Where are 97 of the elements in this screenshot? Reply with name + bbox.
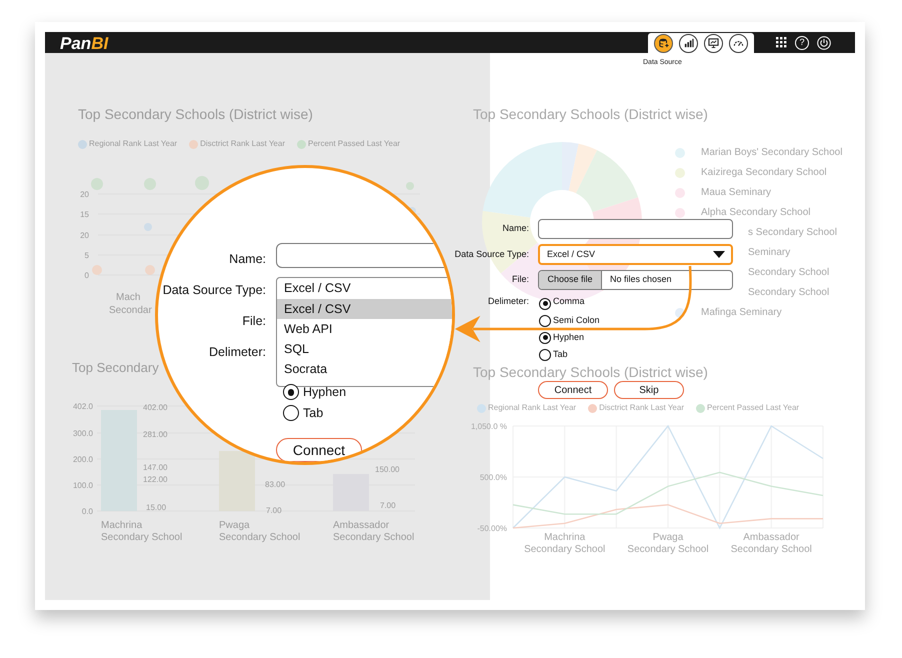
axis-tick-label: 402.0	[72, 402, 93, 411]
name-input[interactable]	[538, 219, 733, 239]
axis-tick-label: 20	[80, 190, 89, 199]
category-label: Mach	[116, 292, 140, 303]
help-button[interactable]: ?	[795, 36, 809, 50]
connect-button[interactable]: Connect	[276, 438, 362, 462]
gauge-icon	[733, 38, 744, 48]
legend-label: Secondary School	[748, 287, 830, 298]
category-label: Secondar	[109, 305, 152, 316]
legend-label: Disctrict Rank Last Year	[599, 402, 684, 414]
legend-label: Regional Rank Last Year	[89, 138, 178, 150]
value-label: 15.00	[146, 503, 166, 512]
legend-label: Kaizirega Secondary School	[701, 166, 827, 180]
legend-label: Secondary School	[748, 267, 830, 278]
axis-tick-label: 100.0	[72, 481, 93, 490]
legend-label: Percent Passed Last Year	[308, 138, 400, 150]
file-name-text: No files chosen	[609, 273, 672, 286]
axis-tick-label: 0	[84, 271, 89, 280]
power-icon[interactable]	[817, 36, 831, 50]
field-label: Name:	[501, 222, 529, 236]
monitor-chart-icon	[708, 38, 719, 48]
bubble	[195, 176, 209, 190]
category-label: Machrina Secondary School	[524, 532, 606, 555]
toolbar-tab[interactable]	[704, 34, 723, 52]
field-label: File:	[241, 313, 266, 329]
category-label: Ambassador Secondary School	[333, 520, 414, 543]
legend-label: s Secondary School	[748, 227, 837, 238]
legend-label: Regional Rank Last Year	[488, 402, 576, 414]
category-label: Machrina Secondary School	[101, 520, 182, 543]
bubble	[144, 223, 152, 231]
bar-chart-icon	[684, 38, 694, 48]
radio-label: Hyphen	[303, 384, 346, 401]
legend-label: Seminary	[748, 247, 790, 258]
axis-tick-label: 1,050.0 %	[470, 422, 507, 431]
value-label: 7.00	[380, 501, 396, 510]
field-label: File:	[510, 273, 529, 286]
radio-label: Comma	[553, 295, 585, 308]
value-label: 150.00	[375, 465, 400, 474]
form-button[interactable]: Connect	[538, 381, 608, 399]
category-label: Pwaga Secondary School	[219, 520, 300, 543]
legend-label: Mafinga Seminary	[701, 306, 782, 320]
value-label: 147.00	[143, 463, 168, 472]
field-label: Data Source Type:	[454, 248, 529, 261]
choose-file-button[interactable]: Choose file	[539, 271, 602, 289]
category-label: Pwaga Secondary School	[627, 532, 709, 555]
field-label: Name:	[228, 251, 266, 267]
legend-label: Alpha Secondary School	[701, 206, 811, 220]
chart-title: Top Secondary Schools (District wise)	[78, 106, 313, 122]
chart-title: Top Secondary Schools (District wise)	[473, 106, 708, 122]
value-label: 281.00	[143, 430, 168, 439]
select-value[interactable]: Excel / CSV	[277, 278, 452, 299]
value-label: 83.00	[265, 480, 286, 489]
field-label: Data Source Type:	[162, 282, 266, 298]
dropdown-option[interactable]: Web API	[277, 319, 452, 339]
dropdown-option[interactable]: Socrata	[277, 359, 452, 379]
toolbar-tab[interactable]	[654, 34, 673, 52]
bubble	[91, 178, 103, 190]
dropdown-option[interactable]: SQL	[277, 339, 452, 359]
axis-tick-label: 200.0	[72, 455, 93, 464]
value-label: 122.00	[143, 475, 168, 484]
axis-tick-label: 300.0	[72, 429, 93, 438]
dropdown-option[interactable]: Excel / CSV	[277, 299, 452, 319]
axis-tick-label: 0.0	[82, 507, 93, 516]
chart-title: Top Secondary Schools (District wise)	[473, 364, 708, 380]
value-label: 402.00	[143, 403, 168, 412]
legend-label: Disctrict Rank Last Year	[200, 138, 285, 150]
axis-tick-label: 5	[84, 251, 89, 260]
radio-label: Tab	[303, 405, 324, 422]
bubble	[144, 178, 156, 190]
bubble	[92, 265, 102, 275]
legend-label: Marian Boys' Secondary School	[701, 146, 842, 160]
radio-label: Hyphen	[553, 330, 584, 344]
legend-label: Percent Passed Last Year	[707, 402, 800, 414]
radio-button[interactable]	[283, 384, 299, 400]
bubble	[406, 182, 414, 190]
field-label: Delimeter:	[486, 295, 529, 308]
radio-button[interactable]	[283, 405, 299, 422]
apps-grid-icon[interactable]	[776, 37, 787, 48]
toolbar-tab[interactable]	[679, 34, 698, 52]
database-icon	[658, 38, 668, 48]
axis-tick-label: 20	[80, 231, 89, 240]
category-label: Ambassador Secondary School	[730, 532, 812, 555]
chart-title: Top Secondary	[72, 360, 159, 376]
axis-tick-label: -50.00%	[477, 524, 507, 533]
field-label: Delimeter:	[208, 344, 266, 360]
axis-tick-label: 15	[80, 210, 89, 219]
toolbar-tab[interactable]	[729, 34, 748, 52]
legend-label: Maua Seminary	[701, 186, 772, 200]
form-button[interactable]: Skip	[614, 381, 684, 399]
value-label: 7.00	[266, 506, 282, 515]
radio-label: Semi Colon	[553, 314, 600, 327]
source-type-select[interactable]: Excel / CSV	[538, 244, 733, 265]
logo: PanBI	[60, 35, 108, 52]
radio-label: Tab	[553, 348, 568, 361]
bubble	[145, 265, 155, 275]
caret-icon	[713, 251, 725, 258]
axis-tick-label: 500.0%	[480, 473, 507, 482]
